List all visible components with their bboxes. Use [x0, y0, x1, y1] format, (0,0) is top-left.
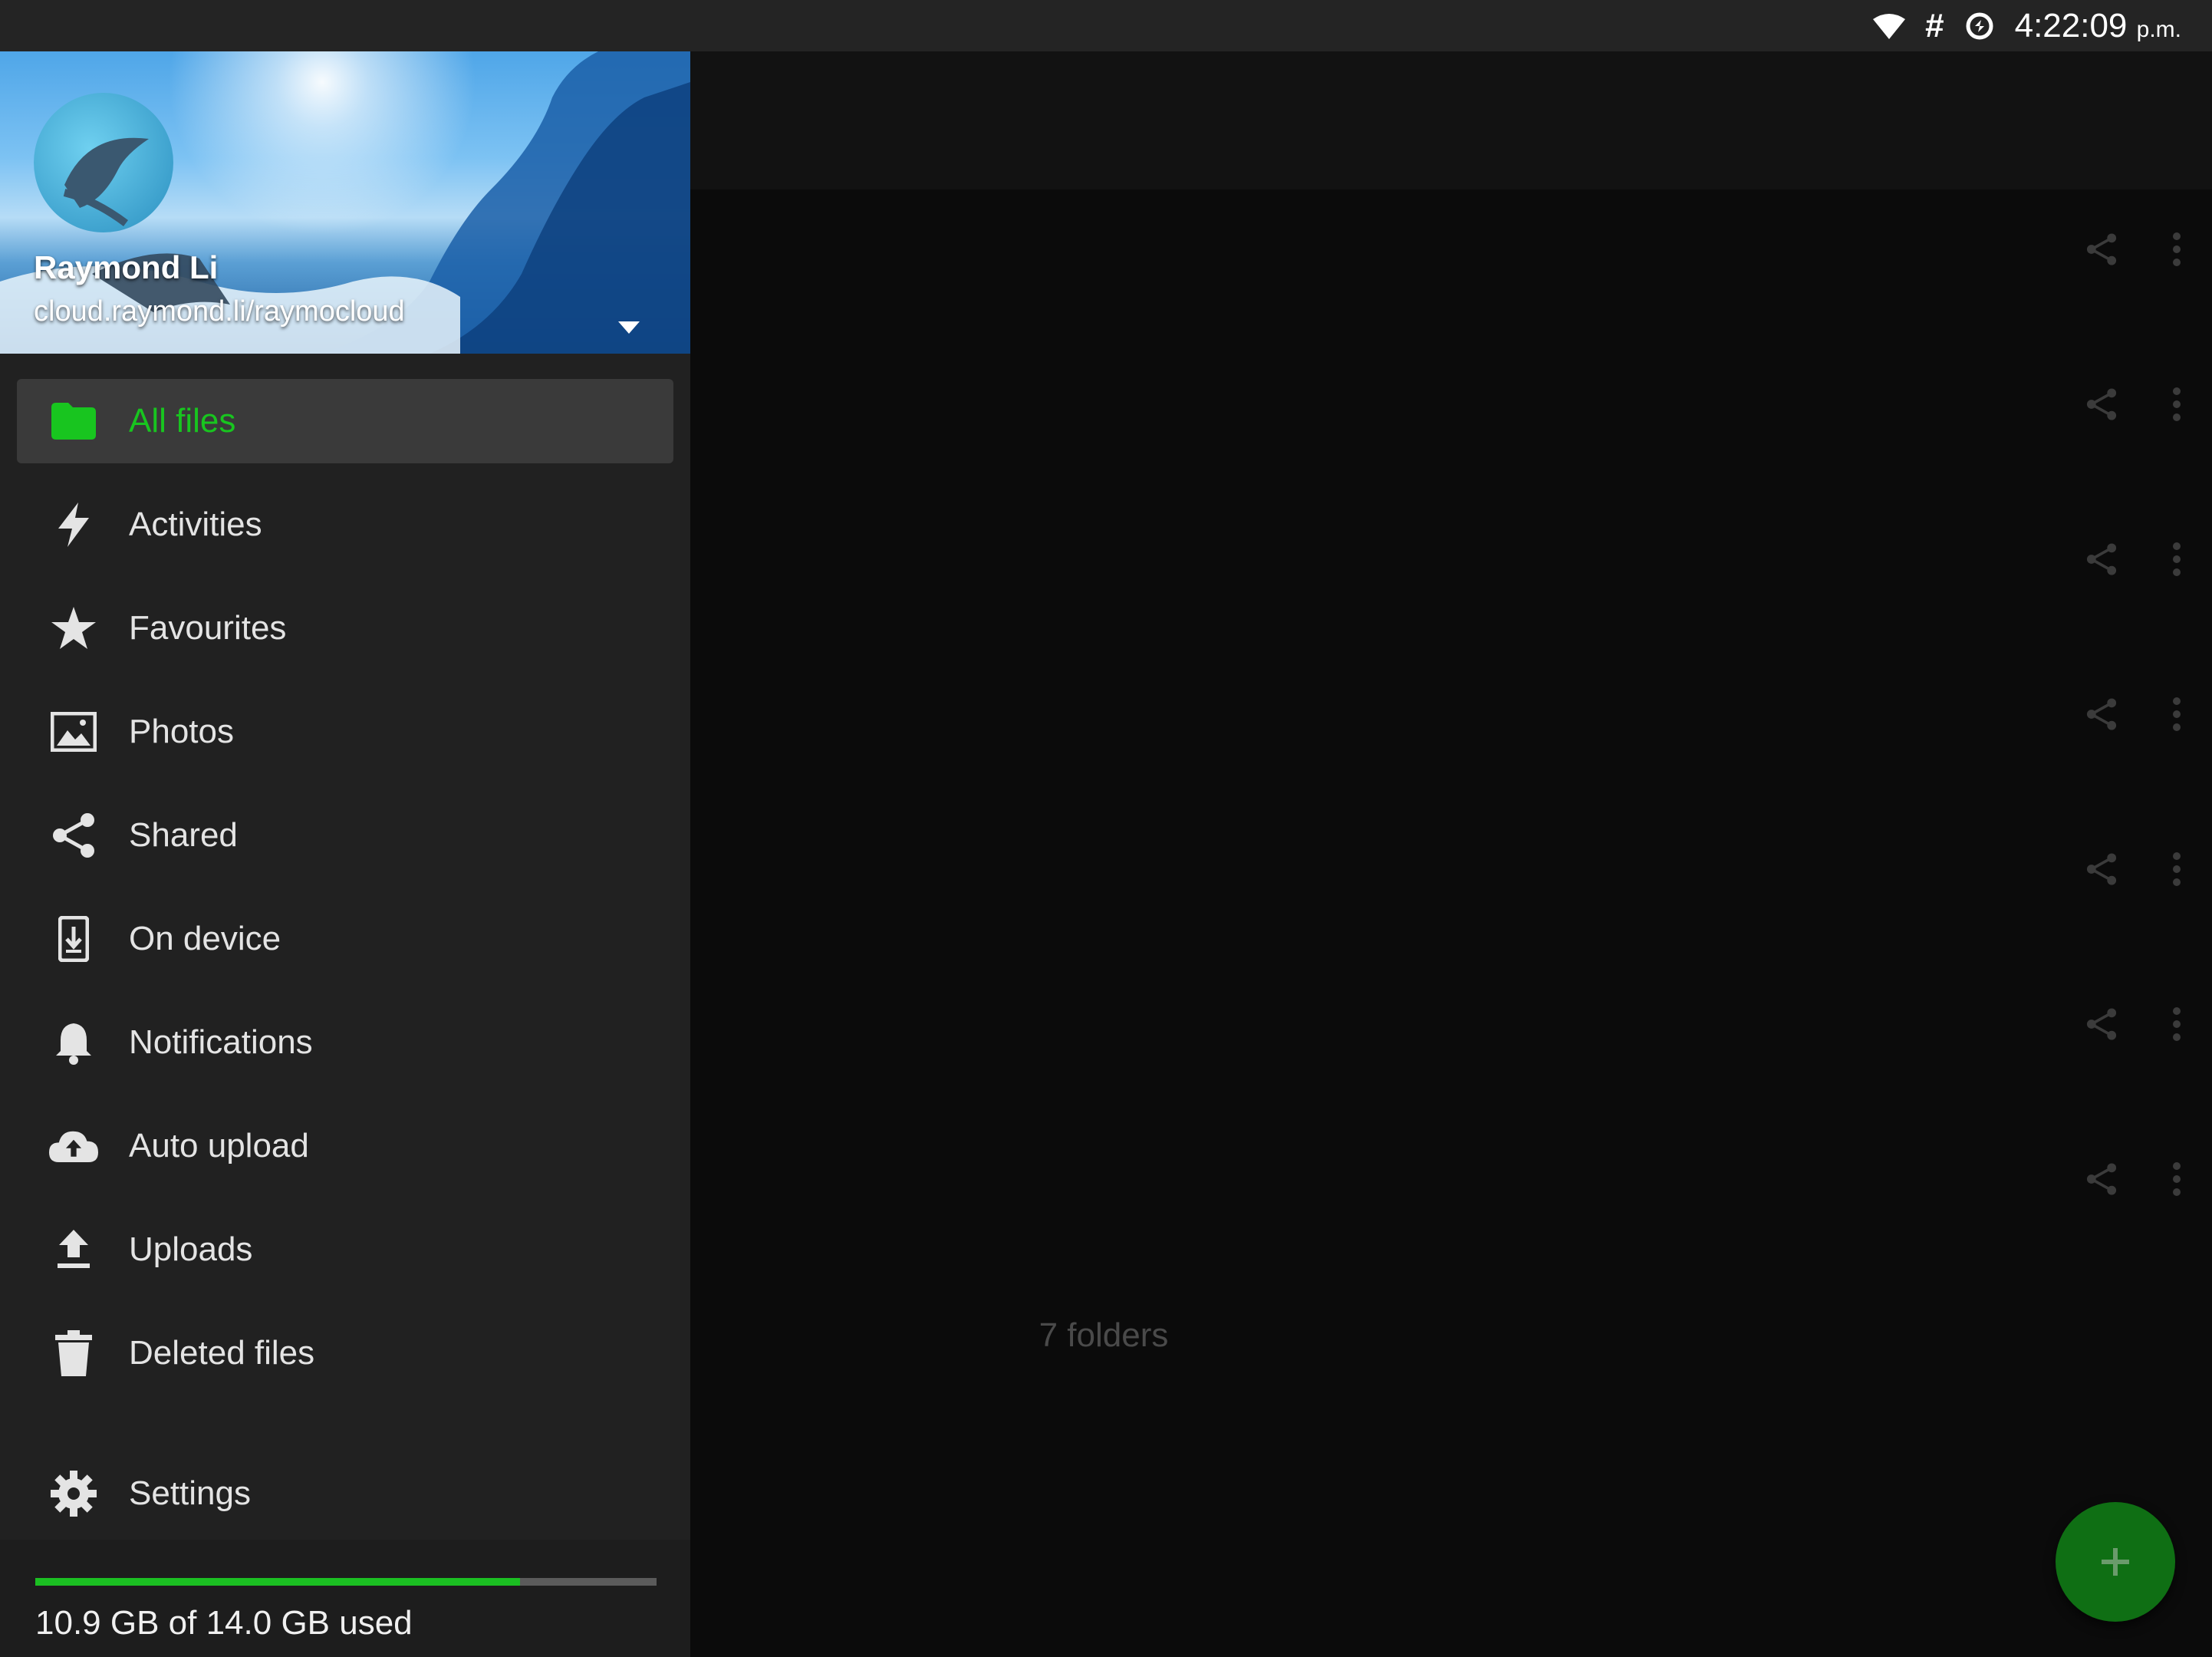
sidebar-item-label: On device [129, 920, 281, 957]
sidebar-item-notifications[interactable]: Notifications [17, 1000, 673, 1085]
account-server: cloud.raymond.li/raymocloud [34, 295, 405, 328]
account-name: Raymond Li [34, 249, 219, 285]
app-toolbar [690, 51, 2212, 189]
sidebar-item-label: All files [129, 402, 236, 440]
share-icon [49, 811, 98, 860]
navigation-drawer: Raymond Li cloud.raymond.li/raymocloud A… [0, 51, 690, 1657]
share-icon[interactable] [2085, 542, 2118, 580]
more-options-icon[interactable] [2172, 697, 2181, 736]
storage-progress-fill [35, 1578, 520, 1586]
file-list: 7 folders [690, 189, 2212, 1657]
file-row-actions [2085, 697, 2181, 736]
sidebar-item-label: Photos [129, 713, 234, 750]
sidebar-item-auto-upload[interactable]: Auto upload [17, 1104, 673, 1188]
status-bar: # 4:22:09 p.m. [0, 0, 2212, 51]
more-options-icon[interactable] [2172, 542, 2181, 581]
sidebar-item-on-device[interactable]: On device [17, 897, 673, 981]
sidebar-item-deleted-files[interactable]: Deleted files [17, 1311, 673, 1395]
trash-icon [49, 1329, 98, 1378]
storage-usage: 10.9 GB of 14.0 GB used [0, 1540, 690, 1657]
chevron-down-icon[interactable] [618, 321, 640, 337]
status-icons: # 4:22:09 p.m. [1873, 0, 2181, 51]
sidebar-item-label: Uploads [129, 1230, 253, 1268]
upload-icon [49, 1225, 98, 1274]
more-options-icon[interactable] [2172, 232, 2181, 271]
sidebar-item-shared[interactable]: Shared [17, 793, 673, 878]
sidebar-item-settings[interactable]: Settings [17, 1451, 673, 1536]
share-icon[interactable] [2085, 1162, 2118, 1200]
lightning-icon [49, 500, 98, 549]
data-saver-icon [1964, 11, 1995, 41]
plus-icon [2102, 1548, 2129, 1576]
sidebar-item-activities[interactable]: Activities [17, 483, 673, 567]
sidebar-item-label: Deleted files [129, 1334, 315, 1372]
sidebar-item-photos[interactable]: Photos [17, 690, 673, 774]
add-fab-button[interactable] [2056, 1502, 2175, 1622]
drawer-header: Raymond Li cloud.raymond.li/raymocloud [0, 51, 690, 354]
more-options-icon[interactable] [2172, 1161, 2181, 1201]
sidebar-item-favourites[interactable]: Favourites [17, 586, 673, 670]
device-download-icon [49, 914, 98, 964]
cloud-upload-icon [49, 1122, 98, 1171]
share-icon[interactable] [2085, 1007, 2118, 1045]
share-icon[interactable] [2085, 852, 2118, 890]
sidebar-item-label: Shared [129, 816, 238, 854]
file-row-actions [2085, 1006, 2181, 1046]
file-row-actions [2085, 387, 2181, 426]
sidebar-item-label: Activities [129, 506, 262, 543]
hash-icon: # [1925, 6, 1944, 44]
file-row-actions [2085, 1161, 2181, 1201]
more-options-icon[interactable] [2172, 387, 2181, 426]
file-row-actions [2085, 232, 2181, 271]
status-clock: 4:22:09 p.m. [2014, 6, 2181, 44]
share-icon[interactable] [2085, 697, 2118, 735]
star-icon [49, 604, 98, 653]
dolphin-image [63, 137, 149, 227]
wifi-icon [1873, 13, 1906, 39]
more-options-icon[interactable] [2172, 852, 2181, 891]
sidebar-item-label: Auto upload [129, 1127, 309, 1165]
sidebar-item-label: Settings [129, 1474, 251, 1512]
sidebar-item-all-files[interactable]: All files [17, 379, 673, 463]
gear-icon [49, 1469, 98, 1518]
bell-icon [49, 1018, 98, 1067]
sidebar-item-label: Favourites [129, 609, 287, 647]
image-icon [49, 707, 98, 756]
folder-icon [49, 397, 98, 446]
storage-text: 10.9 GB of 14.0 GB used [35, 1604, 413, 1642]
avatar[interactable] [34, 93, 173, 232]
more-options-icon[interactable] [2172, 1006, 2181, 1046]
file-row-actions [2085, 852, 2181, 891]
sidebar-item-uploads[interactable]: Uploads [17, 1207, 673, 1292]
folder-count: 7 folders [1039, 1316, 1169, 1354]
share-icon[interactable] [2085, 387, 2118, 425]
sidebar-item-label: Notifications [129, 1023, 313, 1061]
file-row-actions [2085, 542, 2181, 581]
storage-progress-bar [35, 1578, 657, 1586]
share-icon[interactable] [2085, 232, 2118, 270]
